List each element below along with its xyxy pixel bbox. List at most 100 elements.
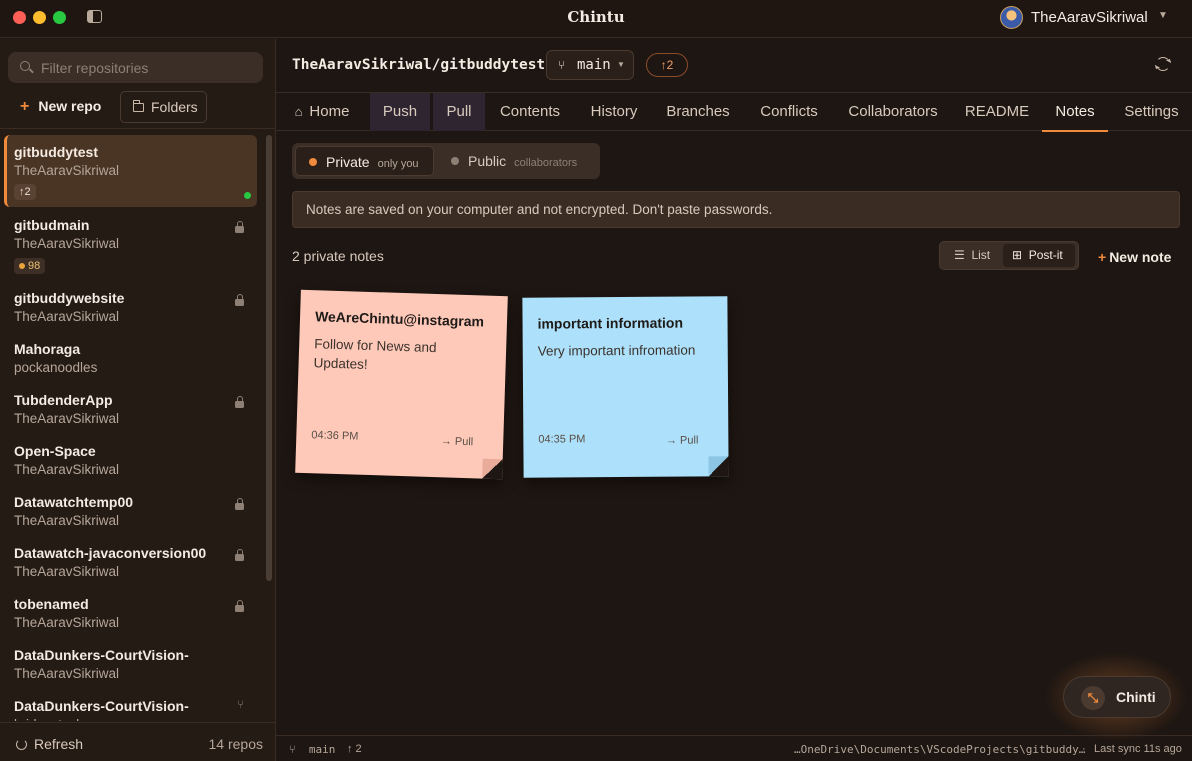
changes-badge: 98 bbox=[14, 258, 46, 274]
list-view-button[interactable]: ☰ List bbox=[944, 244, 1002, 267]
page-curl bbox=[708, 456, 729, 477]
repo-sidebar: Filter repositories + New repo Folders gi… bbox=[0, 39, 276, 761]
repo-owner: pockanoodles bbox=[14, 360, 98, 375]
status-branch: ⑂ main bbox=[289, 743, 335, 756]
status-ahead: ↑ 2 bbox=[347, 743, 362, 755]
note-count: 2 private notes bbox=[292, 248, 384, 264]
sync-icon[interactable] bbox=[1156, 57, 1170, 71]
repo-name: DataDunkers-CourtVision- bbox=[14, 698, 189, 714]
status-separator: · bbox=[1082, 743, 1086, 755]
tab-push[interactable]: Push bbox=[370, 93, 430, 131]
tab-branches[interactable]: Branches bbox=[658, 93, 738, 131]
tab-conflicts[interactable]: Conflicts bbox=[750, 93, 828, 131]
repo-item-gitbudmain[interactable]: gitbudmain TheAaravSikriwal 98 bbox=[4, 215, 257, 281]
title-bar: Chintu TheAaravSikriwal ▼ bbox=[0, 0, 1192, 38]
sidebar-footer: Refresh 14 repos bbox=[0, 722, 275, 761]
repo-item-gitbuddywebsite[interactable]: gitbuddywebsite TheAaravSikriwal bbox=[4, 288, 257, 334]
plus-icon: + bbox=[1098, 249, 1107, 265]
new-note-button[interactable]: + New note bbox=[1098, 249, 1171, 265]
filter-repositories-input[interactable]: Filter repositories bbox=[8, 52, 263, 83]
new-repo-button[interactable]: + New repo bbox=[20, 98, 101, 116]
repo-name: Datawatchtemp00 bbox=[14, 494, 134, 510]
note-body: Very important infromation bbox=[537, 342, 696, 359]
repo-item-datawatchtemp00[interactable]: Datawatchtemp00 TheAaravSikriwal bbox=[4, 492, 257, 538]
sticky-note[interactable]: WeAreChintu@instagram Follow for News an… bbox=[295, 289, 508, 480]
new-note-label: New note bbox=[1109, 249, 1172, 265]
lock-icon bbox=[235, 600, 244, 612]
sticky-note[interactable]: important information Very important inf… bbox=[522, 296, 729, 478]
chevron-down-icon[interactable]: ▼ bbox=[1158, 10, 1168, 21]
public-label: Public bbox=[468, 153, 507, 169]
tab-readme[interactable]: README bbox=[959, 93, 1035, 131]
note-pull-link[interactable]: → Pull bbox=[666, 434, 698, 446]
private-label: Private bbox=[326, 154, 370, 170]
last-sync: Last sync 11s ago bbox=[1094, 743, 1182, 755]
repo-name: gitbudmain bbox=[14, 217, 90, 233]
assistant-button[interactable]: ⤡ Chinti bbox=[1063, 676, 1171, 718]
ahead-badge: ↑2 bbox=[14, 184, 36, 200]
tab-pull[interactable]: Pull bbox=[433, 93, 485, 131]
lock-icon bbox=[235, 498, 244, 510]
postit-view-button[interactable]: ⊞ Post-it bbox=[1003, 244, 1075, 267]
repo-item-datadunkers-courtvision[interactable]: DataDunkers-CourtVision- TheAaravSikriwa… bbox=[4, 645, 257, 691]
grid-icon: ⊞ bbox=[1012, 248, 1023, 262]
branch-icon: ⑂ bbox=[289, 743, 296, 756]
filter-placeholder: Filter repositories bbox=[41, 60, 149, 76]
folders-label: Folders bbox=[151, 99, 198, 115]
folders-button[interactable]: Folders bbox=[120, 91, 207, 123]
user-name[interactable]: TheAaravSikriwal bbox=[1031, 9, 1148, 26]
sidebar-scrollbar[interactable] bbox=[266, 135, 272, 581]
repo-item-datawatch-javaconversion00[interactable]: Datawatch-javaconversion00 TheAaravSikri… bbox=[4, 543, 257, 589]
repo-owner: TheAaravSikriwal bbox=[14, 615, 120, 630]
repo-item-tobenamed[interactable]: tobenamed TheAaravSikriwal bbox=[4, 594, 257, 640]
repo-count: 14 repos bbox=[208, 736, 263, 752]
repo-item-gitbuddytest[interactable]: gitbuddytest TheAaravSikriwal ↑2 bbox=[4, 135, 257, 207]
private-sub: only you bbox=[377, 158, 419, 170]
refresh-icon bbox=[16, 739, 27, 750]
page-curl bbox=[482, 458, 503, 480]
lock-icon bbox=[235, 221, 244, 233]
branch-selector[interactable]: ⑂ main ▼ bbox=[546, 50, 634, 80]
tab-history[interactable]: History bbox=[578, 93, 650, 131]
ahead-count-badge[interactable]: ↑2 bbox=[646, 53, 688, 77]
tab-collaborators[interactable]: Collaborators bbox=[842, 93, 944, 131]
note-pull-link[interactable]: → Pull bbox=[441, 435, 474, 448]
tab-home[interactable]: ⌂ Home bbox=[276, 93, 368, 131]
repo-name: Datawatch-javaconversion00 bbox=[14, 545, 207, 561]
repo-item-open-space[interactable]: Open-Space TheAaravSikriwal bbox=[4, 441, 257, 487]
tab-contents[interactable]: Contents bbox=[490, 93, 570, 131]
refresh-button[interactable]: Refresh bbox=[16, 736, 83, 752]
notes-warning-banner: Notes are saved on your computer and not… bbox=[292, 191, 1180, 228]
repo-owner: TheAaravSikriwal bbox=[14, 411, 120, 426]
divider bbox=[0, 128, 275, 129]
note-body: Follow for News and Updates! bbox=[313, 336, 437, 372]
tab-notes[interactable]: Notes bbox=[1042, 93, 1108, 132]
repo-path: …OneDrive\Documents\VScodeProjects\gitbu… bbox=[794, 743, 1086, 756]
collapse-icon: ⤡ bbox=[1081, 686, 1105, 710]
private-notes-option[interactable]: Private only you bbox=[295, 146, 434, 176]
folder-icon bbox=[132, 100, 144, 112]
repo-name: Open-Space bbox=[14, 443, 96, 459]
list-icon: ☰ bbox=[954, 248, 965, 262]
repo-item-tubdenderapp[interactable]: TubdenderApp TheAaravSikriwal bbox=[4, 390, 257, 436]
repo-name: gitbuddytest bbox=[14, 144, 98, 160]
refresh-label: Refresh bbox=[34, 736, 84, 752]
repo-item-mahoraga[interactable]: Mahoraga pockanoodles bbox=[4, 339, 257, 385]
repo-owner: TheAaravSikriwal bbox=[14, 236, 120, 251]
tab-settings[interactable]: Settings bbox=[1119, 93, 1184, 131]
repo-name: gitbuddywebsite bbox=[14, 290, 125, 306]
note-title: important information bbox=[537, 314, 684, 332]
status-bar: ⑂ main ↑ 2 …OneDrive\Documents\VScodePro… bbox=[276, 735, 1192, 761]
notes-view-toggle: ☰ List ⊞ Post-it bbox=[939, 241, 1079, 270]
public-sub: collaborators bbox=[514, 157, 578, 169]
plus-icon: + bbox=[20, 98, 30, 115]
postit-label: Post-it bbox=[1028, 248, 1063, 262]
public-notes-option[interactable]: Public collaborators bbox=[438, 146, 594, 176]
user-avatar[interactable] bbox=[1000, 6, 1023, 29]
public-dot bbox=[451, 157, 459, 165]
status-branch-name: main bbox=[308, 743, 336, 756]
repo-item-datadunkers-courtvision-fork[interactable]: DataDunkers-CourtVision- bridgestuck ⑂ bbox=[4, 696, 257, 721]
repo-owner: TheAaravSikriwal bbox=[14, 513, 120, 528]
repo-name: DataDunkers-CourtVision- bbox=[14, 647, 189, 663]
repo-name: tobenamed bbox=[14, 596, 89, 612]
